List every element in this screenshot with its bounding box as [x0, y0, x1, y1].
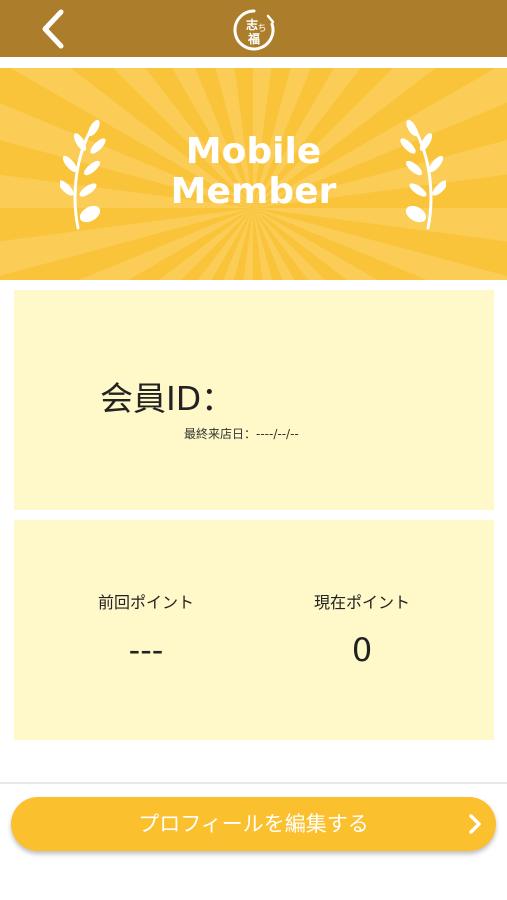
points-panel: 前回ポイント --- 現在ポイント 0 [14, 520, 494, 740]
last-visit-date: 最終来店日：----/--/-- [184, 427, 299, 441]
current-points: 現在ポイント 0 [242, 592, 482, 668]
svg-text:志: 志 [246, 17, 258, 32]
previous-points-value: --- [128, 631, 164, 669]
current-points-label: 現在ポイント [313, 593, 410, 612]
divider [0, 782, 507, 784]
shop-logo: 志 ち 福 [231, 7, 277, 53]
top-navigation-bar: 志 ち 福 [0, 0, 507, 57]
edit-profile-label: プロフィールを編集する [138, 812, 369, 836]
member-info-panel: 会員ID： 最終来店日：----/--/-- [14, 290, 494, 510]
previous-points: 前回ポイント --- [26, 592, 266, 668]
banner-title: Mobile Member [0, 132, 507, 212]
mobile-member-banner: Mobile Member [0, 68, 507, 280]
shop-logo-icon: 志 ち 福 [233, 9, 275, 51]
member-id-label: 会員ID： [100, 379, 235, 418]
svg-text:福: 福 [247, 31, 260, 46]
previous-points-label: 前回ポイント [97, 593, 194, 612]
banner-title-line2: Member [170, 171, 337, 212]
current-points-value: 0 [351, 631, 373, 669]
edit-profile-button[interactable]: プロフィールを編集する [11, 797, 496, 851]
banner-title-line1: Mobile [185, 131, 322, 172]
chevron-left-icon [42, 9, 64, 49]
chevron-right-icon [469, 814, 481, 834]
back-button[interactable] [30, 6, 76, 52]
